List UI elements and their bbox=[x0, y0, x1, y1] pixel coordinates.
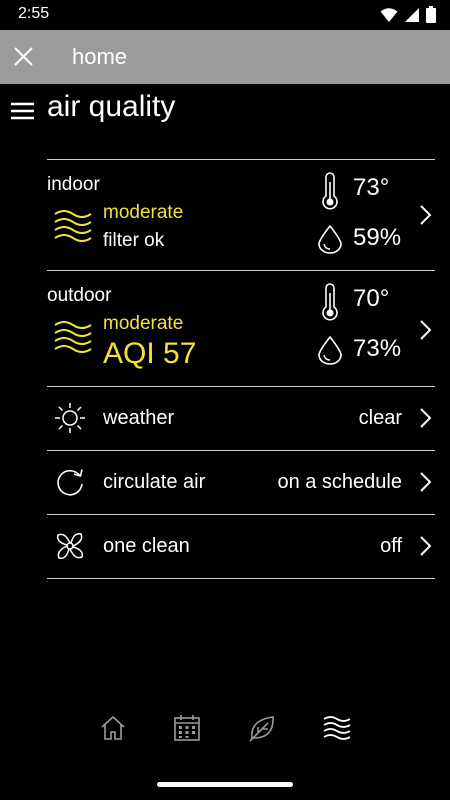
thermometer-icon bbox=[322, 283, 338, 321]
status-icons bbox=[380, 6, 436, 23]
humidity-icon bbox=[318, 335, 342, 365]
weather-value: clear bbox=[358, 407, 402, 429]
circulate-air-value: on a schedule bbox=[277, 471, 402, 493]
sun-icon bbox=[55, 403, 85, 433]
humidity-icon bbox=[318, 224, 342, 254]
page-title: air quality bbox=[47, 90, 176, 123]
circulate-icon bbox=[57, 469, 83, 496]
chevron-right-icon bbox=[420, 472, 432, 492]
chevron-right-icon bbox=[420, 408, 432, 428]
status-time: 2:55 bbox=[18, 5, 50, 22]
air-waves-icon bbox=[54, 321, 92, 353]
air-quality-icon bbox=[323, 716, 351, 740]
thermometer-icon bbox=[322, 172, 338, 210]
list-divider bbox=[47, 578, 435, 579]
one-clean-label: one clean bbox=[103, 535, 190, 557]
outdoor-card[interactable]: outdoor moderate AQI 57 70° 73% bbox=[47, 270, 435, 386]
chevron-right-icon bbox=[420, 320, 432, 340]
one-clean-value: off bbox=[380, 535, 402, 557]
wifi-icon bbox=[380, 7, 398, 22]
outdoor-temperature: 70° bbox=[353, 285, 390, 312]
indoor-humidity: 59% bbox=[353, 224, 402, 251]
chevron-right-icon bbox=[420, 536, 432, 556]
indoor-card[interactable]: indoor moderate filter ok 73° 59% bbox=[47, 159, 435, 270]
bottom-nav bbox=[0, 706, 450, 750]
menu-button[interactable] bbox=[8, 96, 38, 126]
indoor-status: moderate bbox=[103, 202, 184, 223]
nav-home-button[interactable] bbox=[97, 712, 129, 744]
outdoor-humidity: 73% bbox=[353, 335, 402, 362]
status-bar: 2:55 bbox=[0, 0, 450, 30]
air-waves-icon bbox=[54, 210, 92, 242]
home-indicator[interactable] bbox=[157, 782, 293, 787]
chevron-right-icon bbox=[420, 205, 432, 225]
indoor-temperature: 73° bbox=[353, 174, 390, 201]
battery-icon bbox=[426, 6, 436, 23]
app-bar: home bbox=[0, 30, 450, 84]
one-clean-row[interactable]: one clean off bbox=[47, 514, 435, 579]
indoor-label: indoor bbox=[47, 174, 100, 195]
circulate-air-row[interactable]: circulate air on a schedule bbox=[47, 450, 435, 515]
outdoor-aqi: AQI 57 bbox=[103, 337, 197, 370]
menu-icon bbox=[11, 102, 34, 120]
weather-label: weather bbox=[103, 407, 175, 429]
nav-air-quality-button[interactable] bbox=[321, 712, 353, 744]
circulate-air-label: circulate air bbox=[103, 471, 206, 493]
signal-icon bbox=[405, 7, 419, 22]
outdoor-label: outdoor bbox=[47, 285, 112, 306]
weather-row[interactable]: weather clear bbox=[47, 386, 435, 451]
close-icon bbox=[14, 47, 33, 66]
outdoor-status: moderate bbox=[103, 313, 184, 334]
close-button[interactable] bbox=[6, 39, 42, 75]
indoor-detail: filter ok bbox=[103, 230, 165, 251]
nav-leaf-button[interactable] bbox=[246, 712, 278, 744]
leaf-icon bbox=[249, 716, 274, 742]
calendar-icon bbox=[174, 715, 200, 741]
home-icon bbox=[101, 715, 125, 740]
nav-calendar-button[interactable] bbox=[171, 712, 203, 744]
fan-icon bbox=[56, 532, 84, 560]
app-title: home bbox=[72, 44, 128, 69]
